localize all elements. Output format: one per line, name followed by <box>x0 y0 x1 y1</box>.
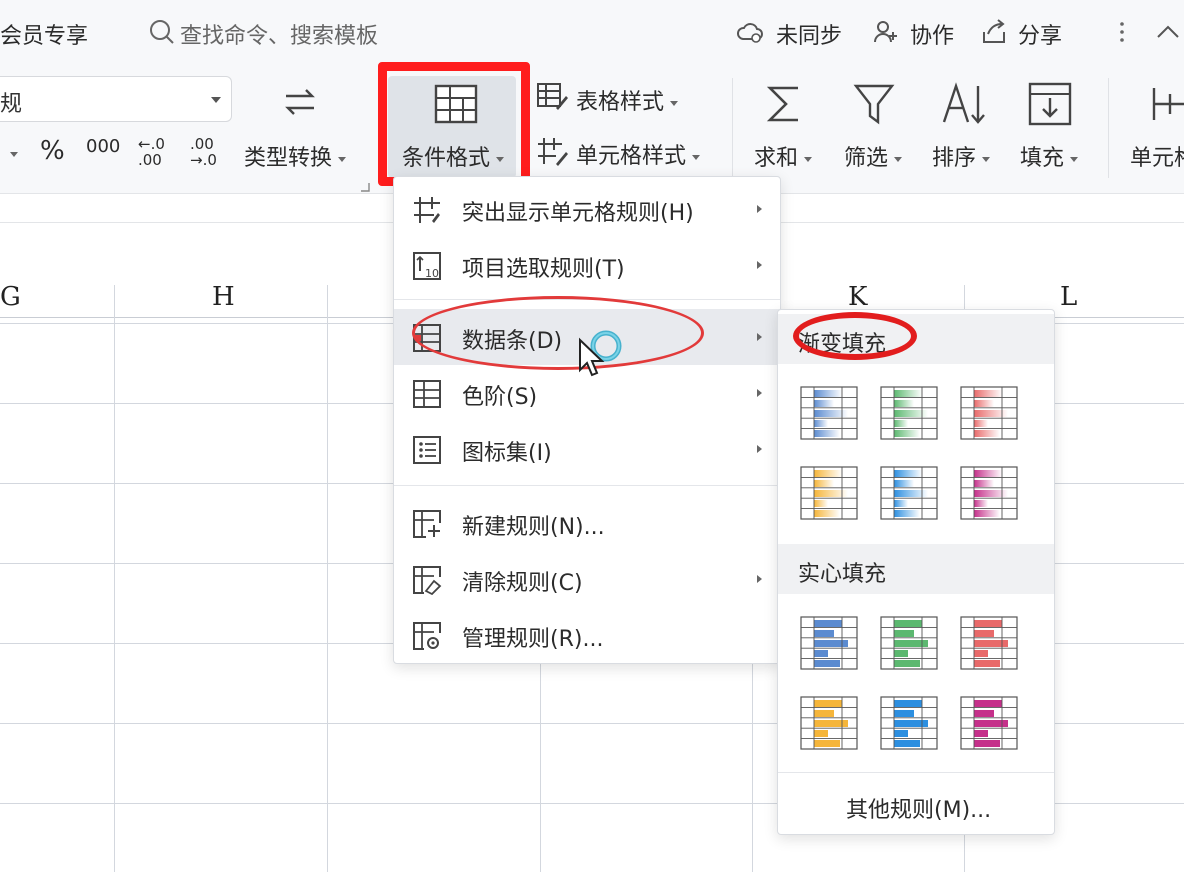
chevron-down-icon <box>982 156 991 162</box>
column-header-h[interactable]: H <box>212 282 235 312</box>
share-icon <box>983 19 1005 43</box>
decrease-decimal-button[interactable]: .00 →.0 <box>190 136 224 168</box>
mouse-cursor-icon <box>579 330 622 377</box>
currency-dropdown-icon[interactable] <box>10 152 18 157</box>
search-icon <box>150 20 174 44</box>
highlight-rules-icon <box>414 197 440 223</box>
share-button[interactable]: 分享 <box>1018 18 1062 50</box>
conditional-format-menu: 突出显示单元格规则(H) 10 项目选取规则(T) 数据条(D) 色阶(S) 图… <box>393 176 781 664</box>
clear-rule-icon <box>413 566 442 595</box>
svg-text:10: 10 <box>425 267 439 280</box>
chevron-down-icon <box>211 97 221 103</box>
column-header-k[interactable]: K <box>848 282 867 312</box>
chevron-right-icon <box>757 575 762 583</box>
fill-button[interactable]: 填充 <box>1020 140 1079 172</box>
solid-data-bar-option[interactable] <box>800 696 858 750</box>
gradient-data-bar-option[interactable] <box>960 386 1018 440</box>
other-rules-button[interactable]: 其他规则(M)... <box>846 792 991 824</box>
chevron-right-icon <box>757 261 762 269</box>
collaborate-icon <box>874 21 897 43</box>
chevron-down-icon <box>338 156 347 162</box>
annotation-red-ellipse <box>793 312 917 360</box>
sum-button[interactable]: 求和 <box>754 140 813 172</box>
gradient-data-bar-option[interactable] <box>800 386 858 440</box>
sort-button[interactable]: 排序 <box>932 140 991 172</box>
command-search-input[interactable]: 查找命令、搜索模板 <box>180 18 378 50</box>
chevron-down-icon <box>692 154 701 160</box>
chevron-right-icon <box>757 445 762 453</box>
menu-item-icon-set[interactable]: 图标集(I) <box>394 421 780 477</box>
chevron-right-icon <box>757 389 762 397</box>
filter-button[interactable]: 筛选 <box>844 140 903 172</box>
solid-fill-header: 实心填充 <box>778 544 1054 594</box>
solid-data-bar-option[interactable] <box>880 616 938 670</box>
type-convert-button[interactable]: 类型转换 <box>244 140 347 172</box>
table-style-button[interactable]: 表格样式 <box>576 84 679 116</box>
menu-item-top-rules[interactable]: 10 项目选取规则(T) <box>394 237 780 293</box>
menu-item-new-rule[interactable]: 新建规则(N)... <box>394 495 780 551</box>
menu-separator <box>778 772 1054 773</box>
chevron-right-icon <box>757 333 762 341</box>
table-style-icon <box>537 83 568 110</box>
solid-data-bar-option[interactable] <box>880 696 938 750</box>
top-rules-icon: 10 <box>413 252 441 280</box>
sync-status-button[interactable]: 未同步 <box>776 18 842 50</box>
column-header-g[interactable]: G <box>0 282 21 312</box>
ribbon-toolbar: 规 % 000 ←.0 .00 .00 →.0 类型转换 条件格式 表格样式 单… <box>0 62 1184 194</box>
more-options-icon[interactable] <box>1108 18 1136 46</box>
cell-button[interactable]: 单元格 <box>1130 140 1184 172</box>
annotation-red-ellipse <box>412 296 704 370</box>
increase-decimal-button[interactable]: ←.0 .00 <box>138 136 172 168</box>
chevron-down-icon <box>1070 156 1079 162</box>
new-rule-icon <box>413 510 441 538</box>
type-convert-icon <box>285 89 315 115</box>
chevron-down-icon <box>804 156 813 162</box>
title-bar: 会员专享 查找命令、搜索模板 未同步 协作 分享 <box>0 0 1184 64</box>
number-format-value: 规 <box>0 92 23 117</box>
cell-icon <box>1152 88 1184 120</box>
cell-style-button[interactable]: 单元格样式 <box>576 138 701 170</box>
chevron-down-icon <box>894 156 903 162</box>
gradient-data-bar-option[interactable] <box>960 466 1018 520</box>
dialog-launcher-icon[interactable] <box>360 182 370 192</box>
solid-data-bar-option[interactable] <box>960 696 1018 750</box>
member-exclusive-link[interactable]: 会员专享 <box>0 18 88 50</box>
grid-line <box>114 285 115 872</box>
cell-style-icon <box>538 138 568 166</box>
solid-data-bar-option[interactable] <box>960 616 1018 670</box>
gradient-data-bar-option[interactable] <box>880 386 938 440</box>
color-scale-icon <box>413 380 441 408</box>
thousands-separator-button[interactable]: 000 <box>86 136 120 157</box>
collaborate-button[interactable]: 协作 <box>910 18 954 50</box>
chevron-right-icon <box>757 205 762 213</box>
ribbon-separator <box>1108 78 1109 178</box>
menu-separator <box>394 485 780 486</box>
filter-icon <box>853 84 895 125</box>
solid-data-bar-option[interactable] <box>800 616 858 670</box>
number-format-select[interactable]: 规 <box>0 76 232 122</box>
menu-item-clear-rule[interactable]: 清除规则(C) <box>394 551 780 607</box>
data-bar-submenu: 渐变填充 实心填充 其他规则(M)... <box>777 309 1055 835</box>
column-header-l[interactable]: L <box>1060 282 1077 312</box>
sort-icon <box>942 82 985 124</box>
cloud-sync-icon <box>737 23 763 43</box>
chevron-down-icon <box>670 100 679 106</box>
annotation-red-rectangle <box>378 62 530 186</box>
manage-rule-icon <box>413 622 441 650</box>
gradient-data-bar-option[interactable] <box>800 466 858 520</box>
grid-line <box>327 285 328 872</box>
gradient-data-bar-option[interactable] <box>880 466 938 520</box>
fill-icon <box>1028 82 1072 126</box>
menu-item-highlight-rules[interactable]: 突出显示单元格规则(H) <box>394 181 780 237</box>
sum-icon <box>766 86 798 122</box>
collapse-ribbon-icon[interactable] <box>1154 18 1182 46</box>
icon-set-icon <box>413 436 441 464</box>
ribbon-separator <box>732 78 733 178</box>
percent-button[interactable]: % <box>40 136 65 166</box>
menu-item-manage-rule[interactable]: 管理规则(R)... <box>394 607 780 663</box>
